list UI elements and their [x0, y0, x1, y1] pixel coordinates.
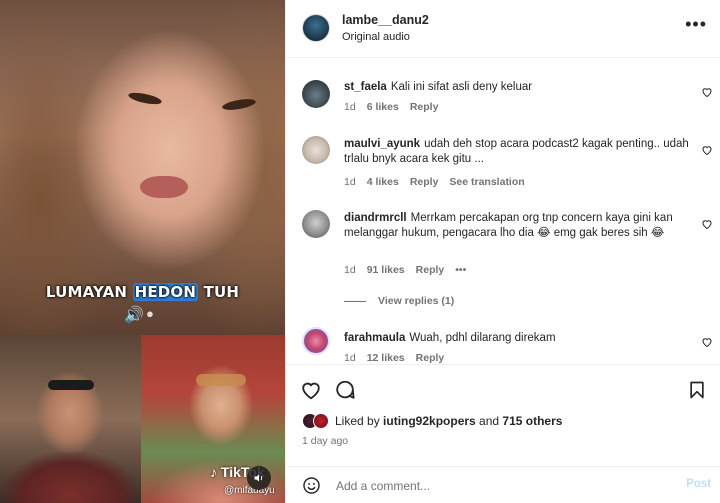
avatar[interactable]	[302, 210, 330, 238]
avatar[interactable]	[302, 327, 330, 355]
speaker-icon	[254, 474, 263, 482]
comment-meta: 1d 12 likes Reply	[344, 352, 455, 364]
view-replies-button[interactable]: View replies (1)	[344, 295, 454, 307]
liked-by-user[interactable]: iuting92kpopers	[383, 414, 476, 428]
comment-more-button[interactable]: •••	[455, 264, 466, 276]
reply-button[interactable]: Reply	[416, 264, 445, 276]
liked-by-middle: and	[475, 414, 503, 428]
comment-like-button[interactable]	[701, 86, 713, 98]
avatar[interactable]	[302, 136, 330, 164]
video-glasses-left	[48, 380, 94, 390]
comment-age: 1d	[344, 101, 356, 113]
post-comment-button[interactable]: Post	[686, 478, 711, 490]
heart-icon	[302, 382, 320, 400]
see-translation-button[interactable]: See translation	[449, 176, 524, 188]
comment-username[interactable]: farahmaula	[344, 332, 405, 344]
reply-button[interactable]: Reply	[410, 176, 439, 188]
heart-icon	[702, 146, 712, 156]
comment-likes[interactable]: 91 likes	[367, 264, 405, 276]
comment-username[interactable]: diandrmrcll	[344, 212, 407, 224]
mute-button[interactable]	[247, 466, 271, 490]
save-button[interactable]	[687, 379, 707, 406]
avatar[interactable]	[302, 80, 330, 108]
comment-text: Kali ini sifat asli deny keluar	[390, 81, 533, 93]
post-header: lambe__danu2 Original audio •••	[286, 0, 720, 58]
heart-icon	[702, 338, 712, 348]
avatar	[313, 413, 329, 429]
liked-by-summary[interactable]: Liked by iuting92kpopers and 715 others	[302, 411, 562, 431]
reply-button[interactable]: Reply	[410, 101, 439, 113]
original-audio-link[interactable]: Original audio	[342, 31, 410, 43]
comment-button[interactable]	[334, 379, 356, 406]
more-options-button[interactable]: •••	[685, 14, 707, 35]
liked-by-prefix: Liked by	[335, 414, 384, 428]
replies-divider	[344, 300, 366, 302]
emoji-button[interactable]	[302, 476, 321, 495]
like-button[interactable]	[300, 379, 322, 406]
avatar[interactable]	[302, 14, 330, 42]
comment-like-button[interactable]	[701, 336, 713, 348]
comment-like-button[interactable]	[701, 144, 713, 156]
add-comment-bar: Post	[286, 466, 720, 503]
reply-button[interactable]: Reply	[416, 352, 445, 364]
comment-meta: 1d 91 likes Reply •••	[344, 264, 477, 276]
comment-age: 1d	[344, 352, 356, 364]
speaker-wave-icon: 🔊	[124, 307, 144, 324]
comment-age: 1d	[344, 176, 356, 188]
heart-icon	[702, 88, 712, 98]
post-details-panel: lambe__danu2 Original audio ••• st_faela…	[285, 0, 720, 503]
comment-username[interactable]: maulvi_ayunk	[344, 138, 420, 150]
comment-text: Wuah, pdhl dilarang direkam	[409, 332, 556, 344]
comment-meta: 1d 6 likes Reply	[344, 101, 449, 113]
comment-age: 1d	[344, 264, 356, 276]
voice-icon: ●	[146, 306, 154, 321]
video-frame-bottom-left	[0, 335, 141, 503]
bookmark-icon	[690, 381, 704, 399]
comment-likes[interactable]: 6 likes	[367, 101, 399, 113]
comment-likes[interactable]: 4 likes	[367, 176, 399, 188]
comment-likes[interactable]: 12 likes	[367, 352, 405, 364]
video-glasses-right	[196, 374, 246, 386]
comment-input[interactable]	[336, 476, 666, 496]
post-media[interactable]: LUMAYAN HEDON TUH 🔊 ● ♪ TikTok @mifauayu	[0, 0, 285, 503]
post-timestamp: 1 day ago	[302, 435, 349, 447]
comment-icon	[336, 380, 355, 399]
comment-meta: 1d 4 likes Reply See translation	[344, 176, 536, 188]
liked-by-others[interactable]: 715 others	[502, 414, 562, 428]
heart-icon	[702, 220, 712, 230]
view-replies-label: View replies (1)	[378, 295, 455, 307]
video-subtitle: LUMAYAN HEDON TUH	[45, 283, 240, 301]
post-actions: Liked by iuting92kpopers and 715 others …	[286, 364, 720, 474]
comment-like-button[interactable]	[701, 218, 713, 230]
comment-username[interactable]: st_faela	[344, 81, 387, 93]
post-author-username[interactable]: lambe__danu2	[342, 13, 429, 27]
instagram-post-view: LUMAYAN HEDON TUH 🔊 ● ♪ TikTok @mifauayu…	[0, 0, 720, 503]
video-lips	[140, 176, 188, 198]
emoji-icon	[303, 477, 320, 494]
